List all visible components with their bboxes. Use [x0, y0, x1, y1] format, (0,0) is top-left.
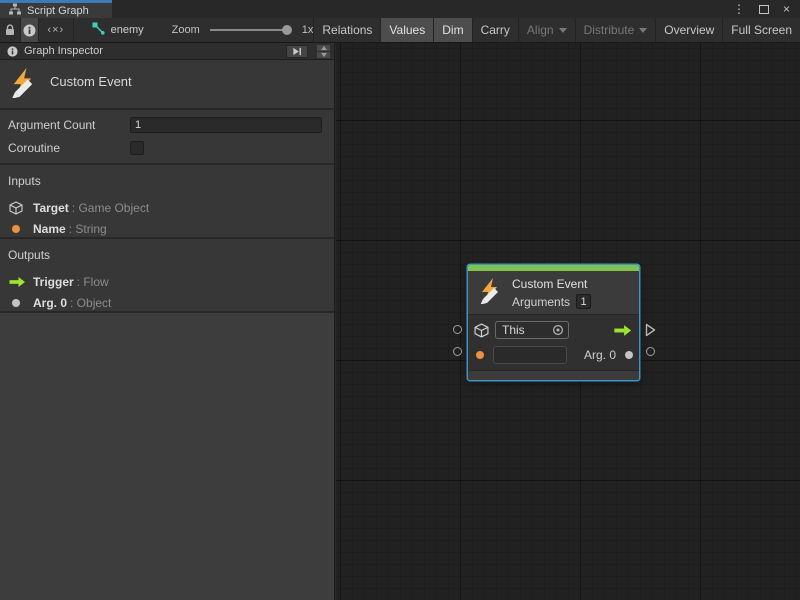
custom-event-icon	[8, 68, 38, 103]
port-name: Name	[33, 222, 66, 236]
inspector-header-section: Custom Event	[0, 60, 334, 110]
node-ports: This	[468, 314, 639, 371]
inspector-node-title: Custom Event	[50, 68, 132, 89]
input-row-target: Target : Game Object	[8, 197, 326, 218]
port-name: Arg. 0	[33, 296, 67, 310]
value-port-gray-icon	[8, 299, 32, 307]
input-row-name: Name : String	[8, 218, 326, 239]
port-type: : Flow	[77, 275, 109, 289]
graph-hierarchy-icon	[9, 3, 21, 18]
game-object-cube-icon	[474, 323, 489, 338]
info-icon	[7, 46, 18, 57]
tab-script-graph[interactable]: Script Graph	[0, 0, 112, 18]
flow-arrow-icon	[613, 324, 633, 337]
node-arguments-value[interactable]: 1	[576, 294, 591, 309]
window-close-icon[interactable]: ×	[783, 2, 790, 16]
node-title: Custom Event	[512, 277, 591, 291]
output-row-trigger: Trigger : Flow	[8, 271, 326, 292]
port-type: : Game Object	[72, 201, 149, 215]
external-flow-port-right[interactable]	[645, 323, 656, 337]
info-icon	[23, 24, 36, 37]
scroll-up-button[interactable]	[317, 45, 330, 51]
port-type: : Object	[70, 296, 111, 310]
value-port-orange-icon	[8, 225, 32, 233]
chevron-down-icon	[639, 28, 647, 33]
object-picker-icon[interactable]	[552, 324, 564, 336]
toolbar-button-dim[interactable]: Dim	[433, 18, 471, 42]
graph-breadcrumb-icon	[92, 22, 105, 38]
lock-icon[interactable]	[0, 18, 20, 42]
inspector-fields-section: Argument Count Coroutine	[0, 110, 334, 165]
inspector-titlebar: Graph Inspector	[0, 43, 334, 60]
coroutine-checkbox[interactable]	[130, 141, 144, 155]
graph-canvas[interactable]: Custom Event Arguments 1 This	[336, 43, 800, 600]
arg0-label: Arg. 0	[584, 348, 616, 362]
dock-panel-icon[interactable]	[286, 45, 308, 58]
argument-count-input[interactable]	[130, 117, 322, 133]
inputs-section: Inputs Target : Game Object Name : Strin…	[0, 165, 334, 239]
toolbar-button-align-label: Align	[527, 23, 554, 37]
graph-breadcrumb[interactable]: enemy	[92, 18, 144, 42]
toolbar-button-carry[interactable]: Carry	[472, 18, 518, 42]
outputs-title: Outputs	[8, 248, 326, 262]
port-name: Trigger	[33, 275, 74, 289]
inputs-title: Inputs	[8, 174, 326, 188]
external-port-left-2[interactable]	[453, 347, 462, 356]
flow-arrow-icon	[8, 276, 32, 288]
argument-count-label: Argument Count	[8, 118, 130, 132]
toolbar-button-fullscreen[interactable]: Full Screen	[722, 18, 800, 42]
target-dropdown[interactable]: This	[495, 321, 569, 339]
target-dropdown-value: This	[502, 323, 552, 337]
window-maximize-icon[interactable]	[759, 5, 769, 14]
graph-breadcrumb-label: enemy	[111, 24, 144, 36]
external-port-left-1[interactable]	[453, 325, 462, 334]
game-object-cube-icon	[8, 201, 32, 215]
external-port-right-2[interactable]	[646, 347, 655, 356]
toolbar-button-distribute[interactable]: Distribute	[575, 18, 656, 42]
port-type: : String	[69, 222, 107, 236]
chevron-down-icon	[559, 28, 567, 33]
custom-event-icon	[477, 278, 503, 309]
window-menu-icon[interactable]: ⋮	[733, 2, 745, 16]
toolbar-button-align[interactable]: Align	[518, 18, 575, 42]
zoom-value: 1x	[302, 24, 314, 36]
inspector-title: Graph Inspector	[24, 45, 103, 57]
outputs-section: Outputs Trigger : Flow Arg. 0 : Object	[0, 239, 334, 313]
inspector-empty-area	[0, 313, 334, 600]
graph-inspector-panel: Graph Inspector Custom Event Argument Co…	[0, 43, 335, 600]
graph-toolbar: ‹×› enemy Zoom 1x Relations Values Dim C…	[0, 18, 800, 43]
port-name: Target	[33, 201, 69, 215]
window-tab-bar: Script Graph ⋮ ×	[0, 0, 800, 18]
scroll-down-button[interactable]	[317, 52, 330, 58]
zoom-slider[interactable]	[210, 29, 288, 31]
node-arguments-label: Arguments	[512, 295, 570, 309]
toolbar-button-distribute-label: Distribute	[584, 23, 635, 37]
node-footer	[468, 371, 639, 380]
zoom-label: Zoom	[172, 24, 200, 36]
toolbar-button-values[interactable]: Values	[380, 18, 433, 42]
output-row-arg0: Arg. 0 : Object	[8, 292, 326, 313]
node-header: Custom Event Arguments 1	[468, 271, 639, 314]
event-name-input[interactable]	[493, 346, 567, 364]
toolbar-button-relations[interactable]: Relations	[313, 18, 380, 42]
value-port-gray-icon	[625, 351, 633, 359]
inspector-toggle-button[interactable]	[20, 18, 39, 42]
custom-event-node[interactable]: Custom Event Arguments 1 This	[468, 265, 639, 380]
zoom-slider-handle[interactable]	[282, 25, 292, 35]
toolbar-button-overview[interactable]: Overview	[655, 18, 722, 42]
tab-title: Script Graph	[27, 5, 89, 17]
value-port-orange-icon	[476, 351, 484, 359]
coroutine-label: Coroutine	[8, 141, 130, 155]
code-view-icon[interactable]: ‹×›	[39, 18, 74, 42]
